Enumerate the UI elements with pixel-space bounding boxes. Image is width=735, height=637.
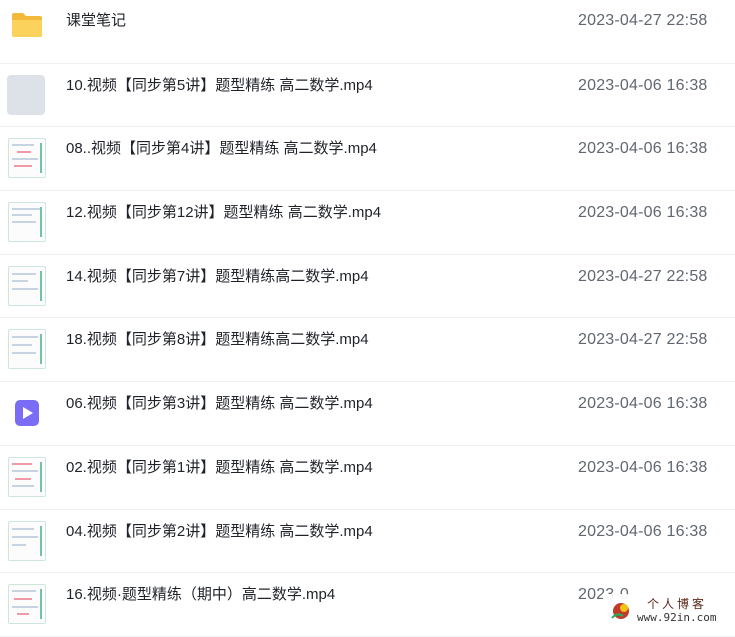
video-thumbnail — [8, 584, 46, 625]
file-name: 12.视频【同步第12讲】题型精练 高二数学.mp4 — [66, 204, 382, 222]
file-name: 18.视频【同步第8讲】题型精练高二数学.mp4 — [66, 331, 369, 349]
file-row-video[interactable]: 18.视频【同步第8讲】题型精练高二数学.mp4 2023-04-27 22:5… — [0, 318, 735, 383]
file-row-video[interactable]: 06.视频【同步第3讲】题型精练 高二数学.mp4 2023-04-06 16:… — [0, 382, 735, 446]
video-thumbnail — [8, 202, 46, 243]
file-time: 2023-04-06 16:38 — [578, 204, 708, 222]
file-row-video[interactable]: 10.视频【同步第5讲】题型精练 高二数学.mp4 2023-04-06 16:… — [0, 64, 735, 128]
watermark-logo-icon — [611, 603, 629, 619]
file-name: 04.视频【同步第2讲】题型精练 高二数学.mp4 — [66, 522, 373, 540]
video-thumbnail — [8, 456, 46, 497]
file-row-video[interactable]: 12.视频【同步第12讲】题型精练 高二数学.mp4 2023-04-06 16… — [0, 191, 735, 255]
file-time: 2023-04-06 16:38 — [578, 76, 708, 94]
file-name: 16.视频·题型精练（期中）高二数学.mp4 — [66, 586, 336, 604]
file-time: 2023-04-27 22:58 — [578, 331, 708, 349]
video-thumbnail — [8, 329, 46, 370]
file-name: 06.视频【同步第3讲】题型精练 高二数学.mp4 — [66, 395, 373, 413]
file-time: 2023-04-06 16:38 — [578, 458, 708, 476]
blog-watermark: 个人博客 www.92in.com — [603, 594, 729, 626]
file-row-video[interactable]: 04.视频【同步第2讲】题型精练 高二数学.mp4 2023-04-06 16:… — [0, 510, 735, 574]
folder-icon — [12, 13, 42, 37]
video-file-icon — [15, 400, 39, 427]
file-row-folder[interactable]: 课堂笔记 2023-04-27 22:58 — [0, 0, 735, 64]
file-time: 2023-04-06 16:38 — [578, 522, 708, 540]
file-name: 14.视频【同步第7讲】题型精练高二数学.mp4 — [66, 267, 369, 285]
watermark-url: www.92in.com — [637, 611, 717, 624]
file-row-video[interactable]: 08..视频【同步第4讲】题型精练 高二数学.mp4 2023-04-06 16… — [0, 127, 735, 192]
file-row-video[interactable]: 14.视频【同步第7讲】题型精练高二数学.mp4 2023-04-27 22:5… — [0, 255, 735, 319]
video-thumbnail — [7, 74, 45, 115]
watermark-title: 个人博客 — [647, 597, 708, 611]
file-name: 02.视频【同步第1讲】题型精练 高二数学.mp4 — [66, 458, 373, 476]
file-name: 08..视频【同步第4讲】题型精练 高二数学.mp4 — [66, 140, 377, 158]
file-row-video[interactable]: 02.视频【同步第1讲】题型精练 高二数学.mp4 2023-04-06 16:… — [0, 446, 735, 510]
file-time: 2023-04-27 22:58 — [578, 267, 708, 285]
file-list: 课堂笔记 2023-04-27 22:58 10.视频【同步第5讲】题型精练 高… — [0, 0, 735, 637]
file-name: 10.视频【同步第5讲】题型精练 高二数学.mp4 — [66, 76, 373, 94]
file-time: 2023-04-06 16:38 — [578, 395, 708, 413]
file-time: 2023-04-06 16:38 — [578, 140, 708, 158]
video-thumbnail — [8, 265, 46, 306]
video-thumbnail — [8, 520, 46, 561]
video-thumbnail — [8, 138, 46, 179]
file-time: 2023-04-27 22:58 — [578, 12, 708, 29]
file-name: 课堂笔记 — [66, 12, 127, 29]
